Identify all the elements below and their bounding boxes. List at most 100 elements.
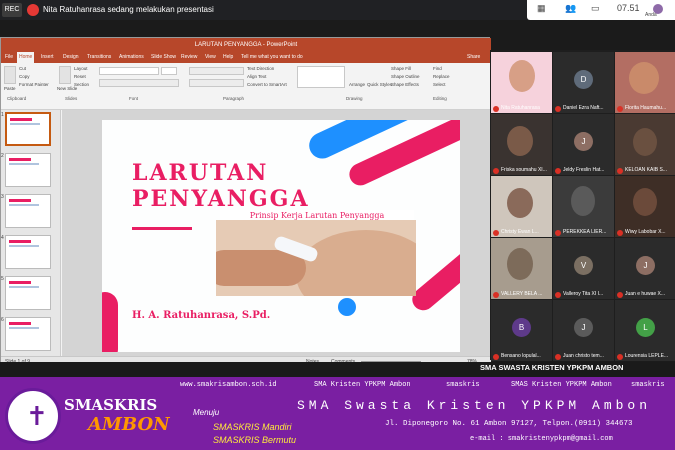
select-button[interactable]: Select — [433, 82, 446, 87]
mic-off-icon — [617, 230, 623, 236]
thumb-number: 4 — [1, 235, 4, 241]
text-direction-button[interactable]: Text Direction — [247, 66, 274, 71]
smartart-button[interactable]: Convert to SmartArt — [247, 82, 287, 87]
thumb-number: 2 — [1, 153, 4, 159]
school-email: e-mail : smakristenypkpm@gmail.com — [470, 435, 613, 443]
slide-title-line2: PENYANGGA — [132, 186, 310, 212]
mic-off-icon — [555, 230, 561, 236]
system-tray: ▦ 👥 ▭ 07.51 Anda — [527, 0, 675, 20]
participant-tile[interactable]: J Juan e huwae X... — [615, 238, 675, 299]
participant-avatar: J — [574, 132, 593, 151]
social-links-bar: www.smakrisambon.sch.id SMA Kristen YPKP… — [176, 377, 675, 394]
facebook-link[interactable]: SMAS Kristen YPKPM Ambon — [511, 381, 612, 389]
align-text-button[interactable]: Align Text — [247, 74, 266, 79]
participant-tile[interactable]: D Daniel Ezra Naft... — [553, 52, 614, 113]
participant-tile[interactable]: Florita Haumahu... — [615, 52, 675, 113]
mic-off-icon — [493, 230, 499, 236]
tab-home[interactable]: Home — [17, 52, 35, 63]
thumbnail-slide-3[interactable] — [5, 194, 51, 228]
participant-name: Valleroy Tita XI I... — [563, 291, 604, 297]
participant-tile[interactable]: B Bensano lopulal... — [491, 300, 552, 361]
people-icon[interactable]: 👥 — [565, 3, 576, 14]
participant-name: Lourensia LEPLE... — [625, 353, 669, 359]
thumbnail-slide-1[interactable] — [5, 112, 51, 146]
mic-off-icon — [493, 106, 499, 112]
replace-button[interactable]: Replace — [433, 74, 450, 79]
paste-icon[interactable] — [4, 66, 16, 84]
reset-button[interactable]: Reset — [74, 74, 86, 79]
thumbnail-slide-4[interactable] — [5, 235, 51, 269]
find-button[interactable]: Find — [433, 66, 442, 71]
paragraph-list-buttons[interactable] — [189, 67, 244, 75]
paragraph-align-buttons[interactable] — [189, 79, 244, 87]
font-format-buttons[interactable] — [99, 79, 179, 87]
thumb-number: 1 — [1, 112, 4, 118]
school-logo: ✝ — [5, 388, 61, 444]
tab-transitions[interactable]: Transitions — [87, 52, 111, 63]
participant-tile[interactable]: Christy Ewan L... — [491, 176, 552, 237]
group-paragraph: Paragraph — [223, 96, 245, 101]
current-slide[interactable]: LARUTAN PENYANGGA Prinsip Kerja Larutan … — [102, 120, 460, 352]
thumb-number: 3 — [1, 194, 4, 200]
participant-tile[interactable]: Nita Ratuhanrasa — [491, 52, 552, 113]
tab-review[interactable]: Review — [181, 52, 197, 63]
new-slide-icon[interactable] — [59, 66, 71, 84]
participant-name: Bensano lopulal... — [501, 353, 541, 359]
video-face — [633, 188, 657, 216]
tell-me-search[interactable]: Tell me what you want to do — [241, 52, 303, 63]
participant-tile[interactable]: KELOAN KAIB S... — [615, 114, 675, 175]
thumbnail-slide-5[interactable] — [5, 276, 51, 310]
tab-view[interactable]: View — [205, 52, 216, 63]
instagram-link[interactable]: smaskris — [446, 381, 480, 389]
share-button[interactable]: Share — [467, 52, 480, 63]
tab-help[interactable]: Help — [223, 52, 233, 63]
shape-outline-button[interactable]: Shape Outline — [391, 74, 420, 79]
participant-tile[interactable]: J Jeldy Freslin Hat... — [553, 114, 614, 175]
shape-fill-button[interactable]: Shape Fill — [391, 66, 411, 71]
tab-design[interactable]: Design — [63, 52, 79, 63]
participant-name: Daniel Ezra Naft... — [563, 105, 604, 111]
participant-tile[interactable]: PEREKKEA LIER... — [553, 176, 614, 237]
font-size-field[interactable] — [161, 67, 177, 75]
website-link[interactable]: www.smakrisambon.sch.id — [180, 381, 277, 389]
section-button[interactable]: Section — [74, 82, 89, 87]
participant-tile[interactable]: J Juan christo tem... — [553, 300, 614, 361]
grid-view-icon[interactable]: ▦ — [537, 3, 546, 14]
tab-animations[interactable]: Animations — [119, 52, 144, 63]
participant-avatar: J — [636, 256, 655, 275]
participant-tile[interactable]: V Valleroy Tita XI I... — [553, 238, 614, 299]
thumbnail-slide-2[interactable] — [5, 153, 51, 187]
participant-name: Juan christo tem... — [563, 353, 604, 359]
youtube-link[interactable]: SMA Kristen YPKPM Ambon — [314, 381, 411, 389]
thumbnail-slide-6[interactable] — [5, 317, 51, 351]
shapes-gallery[interactable] — [297, 66, 345, 88]
participant-name: Jeldy Freslin Hat... — [563, 167, 605, 173]
participant-tile[interactable]: Friska soumahu XI... — [491, 114, 552, 175]
group-clipboard: Clipboard — [7, 96, 27, 101]
participant-tile[interactable]: L Lourensia LEPLE... — [615, 300, 675, 361]
tab-insert[interactable]: Insert — [41, 52, 54, 63]
participant-name: PEREKKEA LIER... — [563, 229, 607, 235]
tab-file[interactable]: File — [5, 52, 13, 63]
twitter-link[interactable]: smaskris — [631, 381, 665, 389]
copy-button[interactable]: Copy — [19, 74, 30, 79]
thumb-number: 6 — [1, 317, 4, 323]
participant-name: Nita Ratuhanrasa — [501, 105, 540, 111]
participant-name: Florita Haumahu... — [625, 105, 667, 111]
school-header-text: SMA SWASTA KRISTEN YPKPM AMBON — [480, 363, 624, 372]
cut-button[interactable]: Cut — [19, 66, 26, 71]
tab-slideshow[interactable]: Slide Show — [151, 52, 176, 63]
mic-off-icon — [555, 292, 561, 298]
mic-off-icon — [555, 106, 561, 112]
layout-button[interactable]: Layout — [74, 66, 88, 71]
font-name-field[interactable] — [99, 67, 159, 75]
arrange-button[interactable]: Arrange — [349, 82, 365, 87]
video-face — [629, 62, 659, 94]
shape-effects-button[interactable]: Shape Effects — [391, 82, 419, 87]
cross-icon: ✝ — [26, 401, 48, 431]
format-painter-button[interactable]: Format Painter — [19, 82, 49, 87]
participant-tile[interactable]: Wiwy Labobar X... — [615, 176, 675, 237]
participant-tile[interactable]: VALLERY BELA ... — [491, 238, 552, 299]
chat-icon[interactable]: ▭ — [591, 3, 600, 14]
quick-styles-button[interactable]: Quick Styles — [367, 82, 392, 87]
